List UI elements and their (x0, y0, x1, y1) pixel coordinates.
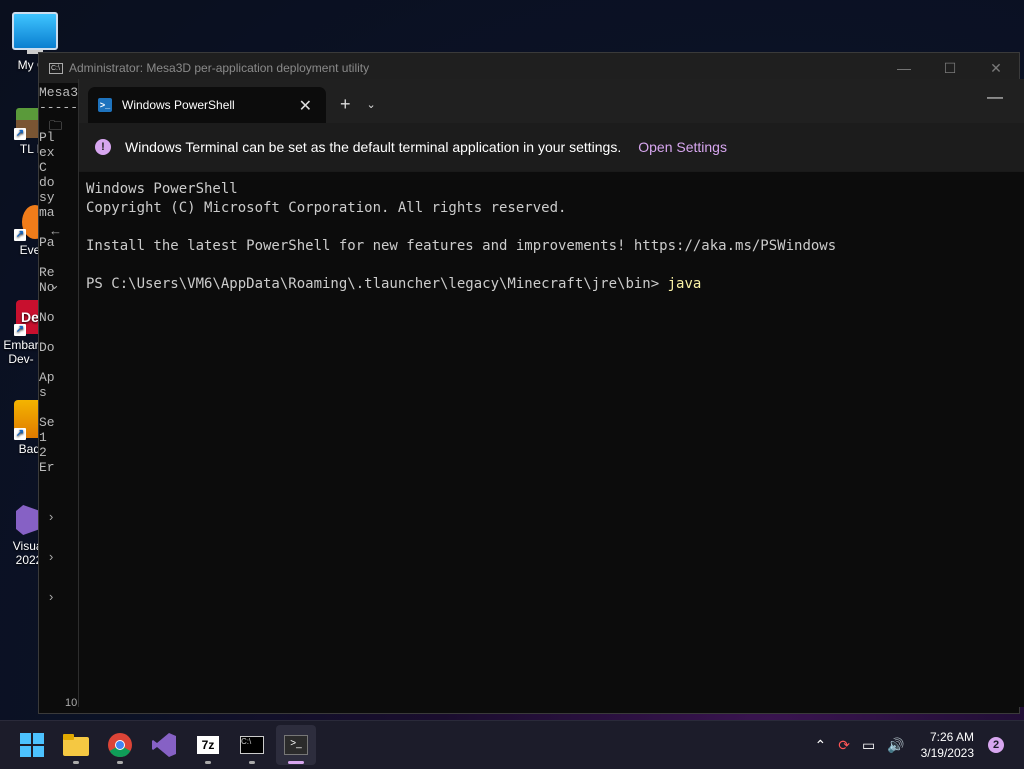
taskbar-file-explorer[interactable] (56, 725, 96, 765)
output-line: Install the latest PowerShell for new fe… (86, 238, 837, 254)
close-button[interactable]: ✕ (973, 60, 1019, 77)
visual-studio-icon (152, 733, 176, 757)
back-arrow-icon[interactable]: ← (49, 223, 62, 238)
start-button[interactable] (12, 725, 52, 765)
output-line: Windows PowerShell (86, 181, 238, 197)
chevron-right-icon[interactable]: › (49, 509, 53, 524)
terminal-icon: >_ (284, 735, 308, 755)
notification-badge[interactable]: 2 (988, 737, 1004, 753)
cmd-icon: C:\ (240, 736, 264, 754)
minimize-button[interactable]: — (881, 60, 927, 77)
terminal-tabbar[interactable]: >_ Windows PowerShell ✕ + ⌄ — (79, 79, 1024, 123)
typed-command: java (667, 276, 702, 292)
visual-studio-icon (16, 505, 40, 535)
prompt-text: PS C:\Users\VM6\AppData\Roaming\.tlaunch… (86, 276, 668, 292)
cmd-window-title: Administrator: Mesa3D per-application de… (69, 61, 370, 75)
chevron-right-icon[interactable]: › (49, 549, 53, 564)
chevron-up-icon[interactable]: ⌃ (814, 737, 826, 754)
prompt-line[interactable]: PS C:\Users\VM6\AppData\Roaming\.tlaunch… (86, 275, 1018, 294)
cmd-icon: C:\ (49, 62, 63, 74)
powershell-icon: >_ (98, 98, 112, 112)
taskbar-7zip[interactable]: 7z (188, 725, 228, 765)
new-tab-button[interactable]: + (340, 87, 351, 123)
maximize-button[interactable]: ☐ (927, 60, 973, 77)
system-tray: ⌃ ⟳ ▭ 🔊 7:26 AM 3/19/2023 2 (808, 721, 1024, 769)
volume-icon[interactable]: 🔊 (887, 737, 904, 754)
network-icon[interactable]: ▭ (862, 737, 875, 754)
tab-title: Windows PowerShell (122, 98, 235, 112)
terminal-output[interactable]: Windows PowerShell Copyright (C) Microso… (79, 172, 1024, 302)
time-text: 7:26 AM (929, 730, 974, 744)
terminal-minimize-button[interactable]: — (987, 89, 1003, 107)
taskbar-terminal[interactable]: >_ (276, 725, 316, 765)
taskbar-cmd[interactable]: C:\ (232, 725, 272, 765)
scroll-counter: 10 (65, 697, 78, 709)
desktop-icon-label: Embar Dev- (3, 338, 39, 366)
folder-icon: 🗀 (49, 118, 63, 133)
monitor-icon (12, 12, 58, 50)
7zip-icon: 7z (197, 736, 219, 754)
chevron-down-icon[interactable]: ⌄ (49, 277, 60, 293)
date-text: 3/19/2023 (920, 746, 974, 760)
taskbar: 7z C:\ >_ ⌃ ⟳ ▭ 🔊 7:26 AM 3/19/2023 2 (0, 720, 1024, 769)
output-line: Copyright (C) Microsoft Corporation. All… (86, 200, 567, 216)
tab-windows-powershell[interactable]: >_ Windows PowerShell ✕ (88, 87, 326, 123)
taskbar-chrome[interactable] (100, 725, 140, 765)
tab-dropdown-button[interactable]: ⌄ (367, 87, 376, 123)
folder-icon (63, 734, 89, 756)
clock[interactable]: 7:26 AM 3/19/2023 (921, 729, 974, 761)
chrome-icon (108, 733, 132, 757)
open-settings-link[interactable]: Open Settings (638, 139, 727, 155)
windows-terminal[interactable]: >_ Windows PowerShell ✕ + ⌄ — ! Windows … (78, 79, 1024, 707)
chevron-right-icon[interactable]: › (49, 589, 53, 604)
windows-logo-icon (20, 733, 44, 757)
taskbar-visual-studio[interactable] (144, 725, 184, 765)
info-bar: ! Windows Terminal can be set as the def… (79, 123, 1024, 172)
info-message: Windows Terminal can be set as the defau… (125, 139, 622, 155)
info-icon: ! (95, 139, 111, 155)
tab-close-icon[interactable]: ✕ (299, 96, 312, 116)
sync-icon[interactable]: ⟳ (838, 737, 850, 754)
